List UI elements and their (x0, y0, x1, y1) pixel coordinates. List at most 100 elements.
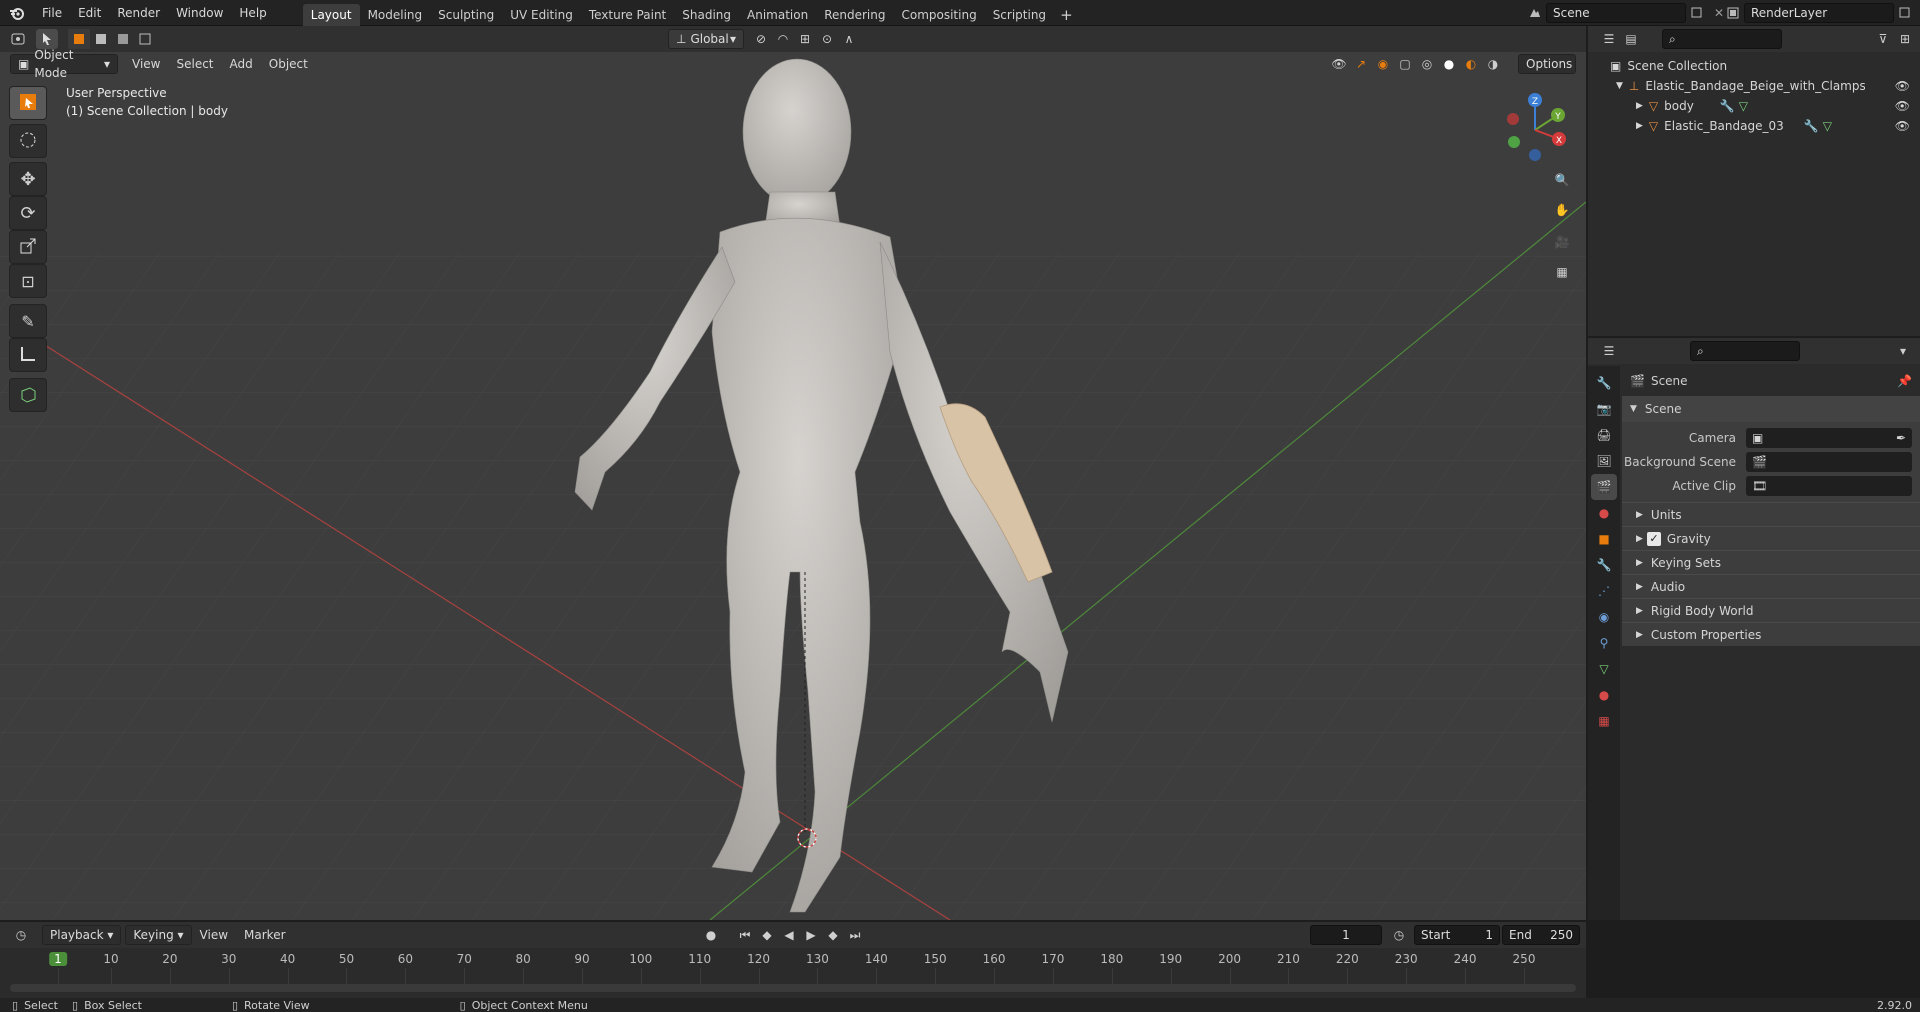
view-layer-icon[interactable] (1722, 3, 1744, 23)
zoom-icon[interactable]: 🔍 (1548, 166, 1576, 194)
xray-toggle-icon[interactable]: ▢ (1394, 54, 1416, 74)
menu-edit[interactable]: Edit (70, 0, 109, 26)
subpanel-rigid-body-world[interactable]: ▶ Rigid Body World (1622, 598, 1920, 622)
tab-modeling[interactable]: Modeling (360, 4, 431, 26)
viewport-menu-view[interactable]: View (124, 52, 168, 76)
tab-scene-icon[interactable]: 🎬 (1591, 474, 1617, 500)
overlay-toggle-icon[interactable]: ◉ (1372, 54, 1394, 74)
snap-target-icon[interactable]: ⊞ (794, 29, 816, 49)
tree-item-bandage-collection[interactable]: ▼ ⊥ Elastic_Bandage_Beige_with_Clamps_Wr… (1588, 76, 1920, 96)
options-dropdown[interactable]: Options (1518, 54, 1576, 74)
shading-wireframe-icon[interactable]: ◎ (1416, 54, 1438, 74)
tab-physics-icon[interactable]: ◉ (1591, 604, 1617, 630)
expand-toggle-icon[interactable]: ▶ (1636, 101, 1643, 111)
add-workspace-icon[interactable]: + (1054, 4, 1079, 26)
visibility-eye-icon[interactable]: 👁 (1895, 99, 1910, 113)
tool-rotate[interactable]: ⟳ (9, 196, 47, 230)
visibility-eye-icon[interactable]: 👁 (1895, 79, 1910, 93)
tab-object-icon[interactable]: ■ (1591, 526, 1617, 552)
subpanel-audio[interactable]: ▶ Audio (1622, 574, 1920, 598)
mesh-data-icon[interactable]: ▽ (1823, 119, 1832, 133)
subpanel-custom-properties[interactable]: ▶ Custom Properties (1622, 622, 1920, 646)
new-view-layer-icon[interactable] (1894, 3, 1916, 23)
menu-file[interactable]: File (34, 0, 70, 26)
tab-compositing[interactable]: Compositing (893, 4, 984, 26)
tab-sculpting[interactable]: Sculpting (430, 4, 502, 26)
close-view-layer-icon[interactable]: ✕ (1916, 3, 1920, 23)
tab-scripting[interactable]: Scripting (985, 4, 1054, 26)
viewport-menu-add[interactable]: Add (222, 52, 261, 76)
object-mode-dropdown[interactable]: ▣ Object Mode ▾ (10, 48, 118, 80)
pan-hand-icon[interactable]: ✋ (1548, 196, 1576, 224)
timeline-track-area[interactable]: 1 10 20 30 40 50 60 70 80 90 100 110 120 130 140 150 160… (0, 948, 1586, 998)
tab-shading[interactable]: Shading (674, 4, 739, 26)
perspective-toggle-icon[interactable]: ▦ (1548, 258, 1576, 286)
active-clip-field[interactable]: 🎞 (1746, 476, 1912, 496)
properties-search-input[interactable]: ⌕ (1690, 341, 1800, 361)
outliner-editor-type-icon[interactable]: ☰ (1598, 29, 1620, 49)
tab-uv-editing[interactable]: UV Editing (502, 4, 581, 26)
subpanel-keying-sets[interactable]: ▶ Keying Sets (1622, 550, 1920, 574)
tree-item-elastic-bandage[interactable]: ▶ ▽ Elastic_Bandage_03 🔧 ▽ 👁 (1588, 116, 1920, 136)
menu-help[interactable]: Help (231, 0, 274, 26)
viewport-menu-object[interactable]: Object (261, 52, 316, 76)
falloff-icon[interactable]: ∧ (838, 29, 860, 49)
tab-view-layer-icon[interactable]: 🖼 (1591, 448, 1617, 474)
pivot-point-icon[interactable]: ⊘ (750, 29, 772, 49)
blender-logo-icon[interactable] (6, 3, 28, 23)
tab-texture-icon[interactable]: ▦ (1591, 708, 1617, 734)
tree-item-scene-collection[interactable]: ▣ Scene Collection (1588, 56, 1920, 76)
select-subtract-icon[interactable] (112, 29, 134, 49)
tab-output-icon[interactable]: 🖨 (1591, 422, 1617, 448)
visibility-icon[interactable]: 👁 (1328, 54, 1350, 74)
timeline-scrollbar[interactable] (10, 984, 1576, 992)
mesh-data-icon[interactable]: ▽ (1739, 99, 1748, 113)
tab-tool-icon[interactable]: 🔧 (1591, 370, 1617, 396)
tab-particles-icon[interactable]: ⋰ (1591, 578, 1617, 604)
eyedropper-icon[interactable]: ✒ (1896, 431, 1906, 445)
tab-constraints-icon[interactable]: ⚲ (1591, 630, 1617, 656)
outliner-search-input[interactable]: ⌕ (1662, 29, 1782, 49)
snap-icon[interactable]: ◠ (772, 29, 794, 49)
tool-move[interactable]: ✥ (9, 162, 47, 196)
select-invert-icon[interactable] (134, 29, 156, 49)
tool-scale[interactable] (9, 230, 47, 264)
gravity-checkbox[interactable]: ✓ (1646, 531, 1661, 546)
editor-type-icon[interactable] (8, 29, 30, 49)
tool-annotate[interactable]: ✎ (9, 304, 47, 338)
camera-field[interactable]: ▣ ✒ (1746, 428, 1912, 448)
display-mode-icon[interactable]: ▤ (1620, 29, 1642, 49)
tab-world-icon[interactable]: ● (1591, 500, 1617, 526)
background-scene-field[interactable]: 🎬 (1746, 452, 1912, 472)
tool-select-box[interactable] (9, 86, 47, 120)
tab-data-icon[interactable]: ▽ (1591, 656, 1617, 682)
pin-icon[interactable]: 📌 (1897, 374, 1912, 388)
tab-rendering[interactable]: Rendering (816, 4, 893, 26)
expand-toggle-icon[interactable]: ▶ (1636, 121, 1643, 131)
navigation-gizmo[interactable]: Z Y X (1500, 90, 1570, 166)
shading-rendered-icon[interactable]: ◑ (1482, 54, 1504, 74)
gizmo-toggle-icon[interactable]: ↗ (1350, 54, 1372, 74)
view-layer-field[interactable]: RenderLayer (1744, 3, 1894, 23)
proportional-edit-icon[interactable]: ⊙ (816, 29, 838, 49)
modifier-wrench-icon[interactable]: 🔧 (1720, 99, 1735, 113)
visibility-eye-icon[interactable]: 👁 (1895, 119, 1910, 133)
properties-editor-type-icon[interactable]: ☰ (1598, 341, 1620, 361)
transform-orientation-dropdown[interactable]: ⊥ Global ▾ (668, 29, 744, 49)
3d-viewport[interactable]: User Perspective (1) Scene Collection | … (0, 52, 1586, 920)
tool-cursor[interactable] (9, 124, 47, 158)
filter-icon[interactable]: ⊽ (1872, 29, 1894, 49)
tree-item-body[interactable]: ▶ ▽ body 🔧 ▽ 👁 (1588, 96, 1920, 116)
tab-texture-paint[interactable]: Texture Paint (581, 4, 674, 26)
scene-panel-header[interactable]: ▼ Scene (1622, 396, 1920, 422)
new-collection-icon[interactable]: ⊞ (1894, 29, 1916, 49)
tool-transform[interactable]: ⊡ (9, 264, 47, 298)
playhead[interactable]: 1 (49, 952, 67, 966)
viewport-menu-select[interactable]: Select (168, 52, 221, 76)
expand-toggle-icon[interactable]: ▼ (1616, 81, 1623, 91)
tab-animation[interactable]: Animation (739, 4, 816, 26)
scene-name-field[interactable]: Scene (1546, 3, 1686, 23)
tool-add-cube[interactable] (9, 378, 47, 412)
subpanel-units[interactable]: ▶ Units (1622, 502, 1920, 526)
modifier-wrench-icon[interactable]: 🔧 (1804, 119, 1819, 133)
